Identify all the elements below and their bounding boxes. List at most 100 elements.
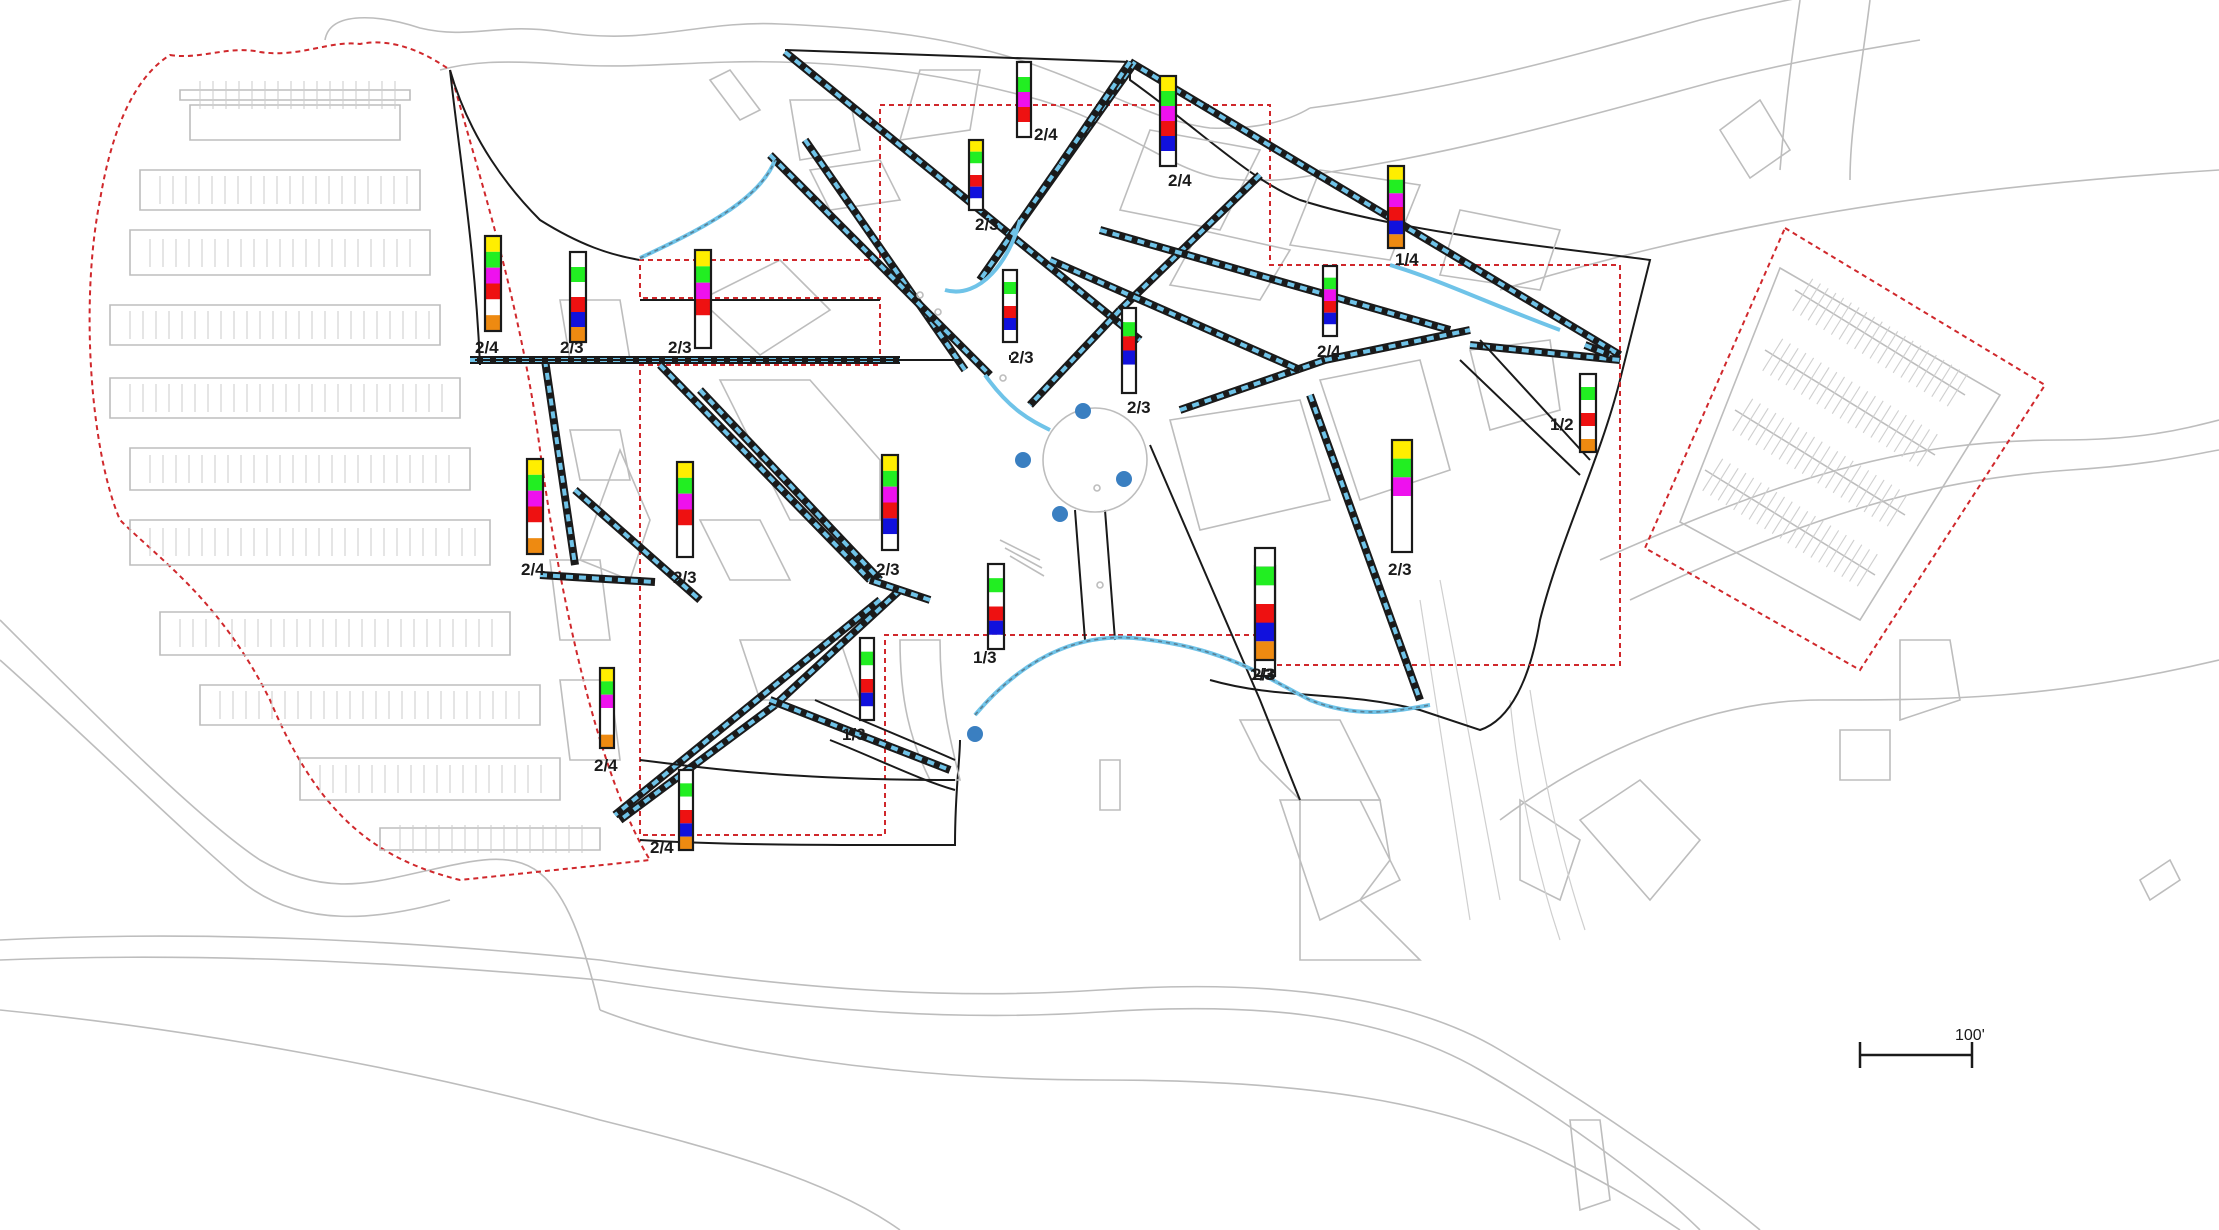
parking-stall — [1861, 321, 1883, 355]
node-marker — [967, 726, 983, 742]
use-mix-bar: 2/3 — [668, 248, 713, 357]
parking-stall — [1885, 414, 1907, 448]
parcel-far-east — [2138, 858, 2182, 902]
parking-stall — [1879, 489, 1901, 522]
parking-stall — [1825, 534, 1847, 568]
bar-segment-green — [1255, 566, 1275, 586]
bar-segment-green — [882, 470, 898, 487]
bar-segment-blue — [679, 823, 693, 837]
use-mix-bar: 2/3 — [1001, 268, 1034, 367]
bar-segment-white — [1323, 266, 1337, 278]
ratio-label: 2/4 — [1168, 171, 1192, 190]
bar-segment-yellow — [485, 236, 501, 252]
bar-segment-red — [1580, 413, 1596, 426]
parking-stall — [1908, 350, 1930, 383]
ratio-label: 2/4 — [650, 838, 674, 857]
parcel-south — [1299, 799, 1422, 961]
parking-stall — [1832, 460, 1854, 494]
bar-segment-red — [677, 509, 693, 526]
site-boundary-west — [449, 69, 481, 366]
bar-segment-green — [527, 474, 543, 491]
parking-stall — [1862, 400, 1884, 434]
street-edge-east-spine — [1149, 444, 1301, 801]
use-mix-bars: 2/4 2/4 2/3 2/3 2/4 2/3 2/3 2/3 2/3 1/4 2/4 1/2 2/4 2… — [475, 60, 1598, 857]
parking-stall — [1939, 369, 1961, 402]
bar-segment-green — [1580, 387, 1596, 400]
bar-segment-magenta — [1323, 289, 1337, 301]
bar-segment-green — [600, 681, 614, 695]
parking-stall — [1816, 371, 1838, 405]
bar-segment-white — [1160, 151, 1176, 166]
bar-segment-white — [570, 282, 586, 297]
bar-segment-yellow — [600, 668, 614, 682]
block-ramp — [999, 539, 1045, 577]
parking-stall — [1838, 307, 1860, 340]
parking-stall — [1817, 450, 1839, 484]
bar-segment-white — [969, 163, 983, 175]
use-mix-bar: 1/3 — [842, 636, 876, 744]
curved-edge-northwest-dash — [639, 159, 776, 259]
bar-segment-red — [695, 299, 711, 316]
bar-segment-red — [988, 606, 1004, 621]
parking-stall — [1893, 419, 1915, 453]
bar-segment-white — [485, 299, 501, 316]
plaza-mark-west — [916, 291, 924, 299]
parking-row-2 — [139, 169, 421, 211]
bar-segment-green — [677, 477, 693, 494]
bar-segment-white — [570, 252, 586, 267]
ratio-label: 1/3 — [842, 725, 866, 744]
parking-stall — [1800, 362, 1822, 395]
bar-segment-white — [860, 638, 874, 652]
bar-segment-yellow — [1388, 166, 1404, 180]
parcel-lower-block-2 — [1278, 799, 1402, 922]
curved-edges — [639, 159, 1561, 717]
parking-stall — [1763, 417, 1785, 451]
bar-segment-green — [1388, 179, 1404, 194]
parking-stall — [1892, 340, 1914, 374]
parking-stall — [1833, 539, 1855, 573]
parking-stall — [1771, 501, 1793, 535]
curved-edge-northwest — [639, 159, 777, 260]
parking-stall — [1863, 479, 1885, 513]
parking-stall — [1807, 288, 1829, 321]
ratio-label: 2/4 — [594, 756, 618, 775]
block-e1 — [1168, 399, 1332, 531]
bar-segment-blue — [1323, 312, 1337, 325]
bar-segment-white — [1392, 496, 1412, 515]
context-roads — [0, 0, 2219, 1230]
block-c1 — [698, 259, 832, 357]
road-center-south — [1419, 579, 1501, 921]
parking-row-5 — [109, 377, 461, 419]
bar-segment-red — [969, 175, 983, 187]
ratio-label: 1/3 — [973, 648, 997, 667]
plaza-mark-south — [1096, 581, 1104, 589]
parking-stall — [1823, 297, 1845, 331]
street-edge-south-spine — [1074, 509, 1116, 641]
parking-lot-east — [1643, 226, 2047, 672]
bar-segment-red — [1388, 207, 1404, 221]
parking-stall — [1770, 422, 1792, 455]
parking-stall — [1923, 359, 1945, 393]
parking-stall — [1900, 345, 1922, 378]
bar-segment-blue — [1003, 318, 1017, 330]
river-edge-north-inner — [439, 60, 1331, 182]
use-mix-bar: 2/4 — [475, 234, 503, 357]
use-mix-bar: 2/3 — [560, 250, 588, 357]
bar-segment-yellow — [1160, 76, 1176, 91]
parking-stall — [1787, 510, 1809, 544]
bar-segment-magenta — [600, 694, 614, 708]
bar-segment-white — [1017, 62, 1031, 77]
bar-segment-orange — [1388, 234, 1404, 248]
bar-segment-white — [1003, 294, 1017, 306]
road-lower-west — [0, 1009, 901, 1230]
zone-boundary-development — [639, 104, 1621, 836]
parking-stall — [1841, 544, 1863, 577]
parking-stall — [1830, 302, 1852, 335]
bar-segment-green — [1017, 77, 1031, 92]
bar-segment-green — [860, 651, 874, 666]
plaza-mark-west-2 — [934, 308, 942, 316]
bar-segment-white — [1392, 533, 1412, 552]
bar-segment-blue — [1160, 136, 1176, 151]
bar-segment-green — [695, 266, 711, 283]
ratio-label: 2/3 — [560, 338, 584, 357]
